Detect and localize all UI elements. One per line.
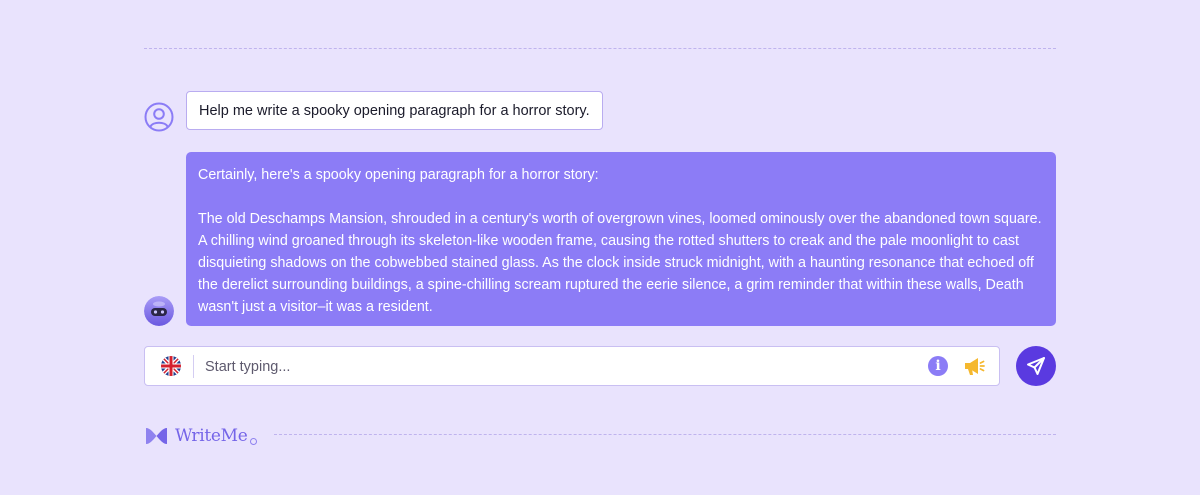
user-avatar-icon [144,102,174,132]
send-button[interactable] [1016,346,1056,386]
megaphone-icon[interactable] [963,355,985,377]
send-icon [1027,357,1045,375]
writeme-logo-icon [146,428,167,444]
bot-message: Certainly, here's a spooky opening parag… [186,152,1056,326]
info-icon[interactable]: i [928,356,948,376]
input-separator [193,355,194,378]
bot-message-intro: Certainly, here's a spooky opening parag… [198,167,599,183]
uk-flag-icon[interactable] [161,356,181,376]
top-divider [144,48,1056,49]
user-message-text: Help me write a spooky opening paragraph… [199,102,590,119]
brand-name: WriteMe [175,426,248,446]
bottom-divider [274,434,1056,435]
bot-avatar-icon [144,296,174,326]
bot-message-story: The old Deschamps Mansion, shrouded in a… [198,211,1042,315]
message-composer: i [144,346,1000,386]
brand-dot-icon [249,437,257,445]
brand-logo[interactable]: WriteMe [144,424,257,448]
user-message: Help me write a spooky opening paragraph… [186,91,603,130]
message-input[interactable] [203,348,907,386]
